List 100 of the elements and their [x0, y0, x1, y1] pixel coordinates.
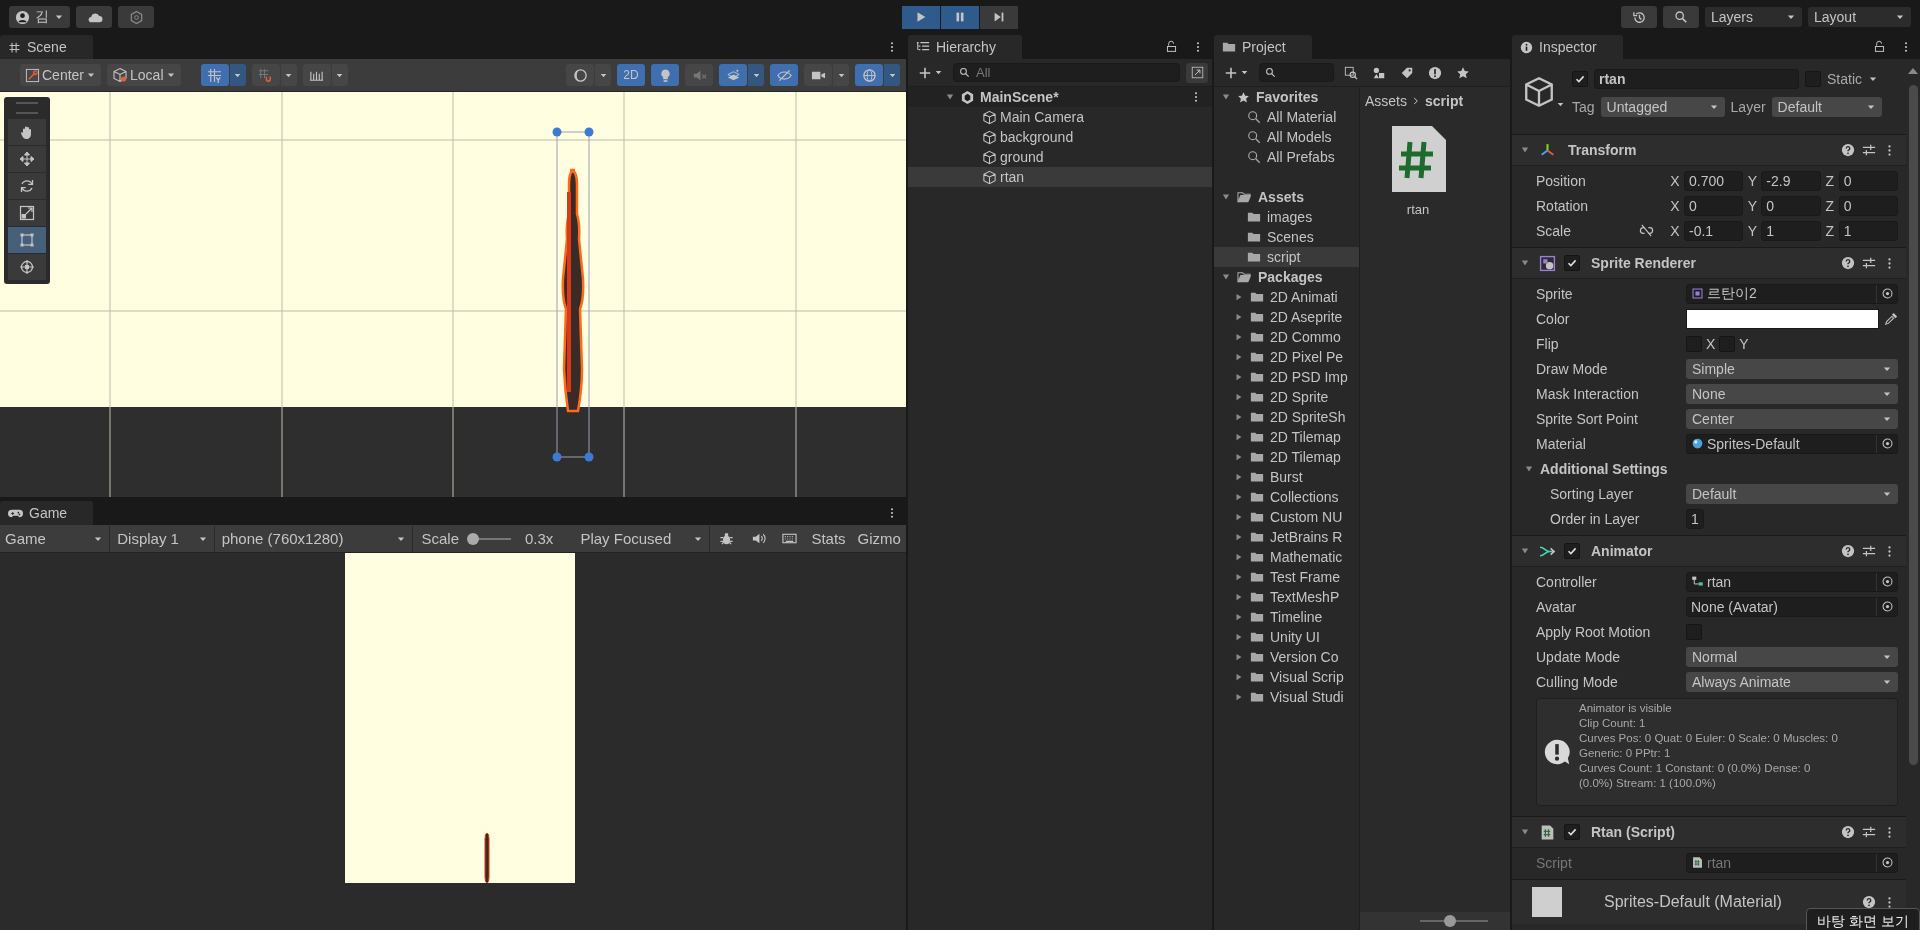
- favorite-item[interactable]: All Material: [1214, 107, 1359, 127]
- help-icon[interactable]: [1841, 143, 1855, 157]
- hierarchy-item[interactable]: rtan: [908, 167, 1212, 187]
- foldout-header[interactable]: Additional Settings: [1512, 456, 1906, 481]
- step-button[interactable]: [980, 5, 1018, 29]
- hierarchy-item[interactable]: ground: [908, 147, 1212, 167]
- folder-item[interactable]: Visual Studi: [1214, 687, 1359, 707]
- options-dropdown[interactable]: [280, 64, 297, 86]
- active-checkbox[interactable]: [1572, 71, 1588, 87]
- sliders-icon[interactable]: [1862, 544, 1876, 558]
- slider-thumb[interactable]: [467, 532, 479, 545]
- breadcrumb-link[interactable]: script: [1425, 93, 1464, 109]
- dropdown[interactable]: Default: [1686, 483, 1898, 504]
- folder-item[interactable]: Collections: [1214, 487, 1359, 507]
- object-field[interactable]: Sprites-Default: [1686, 433, 1898, 454]
- gizmos-toggle[interactable]: [855, 64, 883, 86]
- breadcrumb-link[interactable]: Assets: [1365, 93, 1407, 109]
- folder-item[interactable]: Mathematic: [1214, 547, 1359, 567]
- folder-item[interactable]: 2D Commo: [1214, 327, 1359, 347]
- component-header[interactable]: Transform: [1512, 134, 1906, 165]
- folder-item[interactable]: TextMeshP: [1214, 587, 1359, 607]
- services-button[interactable]: [118, 6, 154, 28]
- number-field[interactable]: 0: [1838, 195, 1898, 216]
- drag-handle[interactable]: [16, 102, 38, 114]
- folder-item[interactable]: 2D Tilemap: [1214, 447, 1359, 467]
- unlinked-icon[interactable]: [1639, 223, 1654, 238]
- number-field[interactable]: -2.9: [1761, 170, 1821, 191]
- folder-item[interactable]: 2D SpriteSh: [1214, 407, 1359, 427]
- object-picker-icon[interactable]: [1880, 287, 1894, 300]
- lighting-toggle[interactable]: [651, 64, 679, 86]
- component-header[interactable]: Animator: [1512, 535, 1906, 566]
- folder-item[interactable]: 2D Tilemap: [1214, 427, 1359, 447]
- scale-tool-button[interactable]: [8, 200, 46, 226]
- folder-item[interactable]: Unity UI: [1214, 627, 1359, 647]
- layers-dropdown[interactable]: Layers: [1705, 7, 1802, 27]
- help-icon[interactable]: [1841, 544, 1855, 558]
- search-field[interactable]: [1259, 63, 1334, 82]
- pivot-dropdown[interactable]: Center: [20, 64, 102, 86]
- packages-header[interactable]: Packages: [1214, 267, 1359, 287]
- dropdown[interactable]: Center: [1686, 408, 1898, 429]
- number-field[interactable]: 1: [1761, 220, 1821, 241]
- number-field[interactable]: 1: [1838, 220, 1898, 241]
- project-tab[interactable]: Project: [1214, 35, 1312, 59]
- object-picker-icon[interactable]: [1880, 437, 1894, 450]
- help-icon[interactable]: [1841, 256, 1855, 270]
- search-button[interactable]: [1663, 6, 1699, 28]
- account-button[interactable]: 김: [9, 6, 70, 28]
- folder-item[interactable]: 2D Sprite: [1214, 387, 1359, 407]
- folder-item[interactable]: Burst: [1214, 467, 1359, 487]
- scene-row[interactable]: MainScene*: [908, 87, 1212, 107]
- assets-header[interactable]: Assets: [1214, 187, 1359, 207]
- hand-tool-button[interactable]: [8, 119, 46, 145]
- slider-thumb[interactable]: [1444, 915, 1456, 927]
- number-field[interactable]: 1: [1686, 508, 1704, 529]
- dropdown[interactable]: Simple: [1686, 358, 1898, 379]
- object-picker-icon[interactable]: [1880, 600, 1894, 613]
- selection-rectangle[interactable]: [552, 127, 594, 462]
- color-swatch[interactable]: [1686, 308, 1879, 329]
- scroll-up-icon[interactable]: [1908, 67, 1918, 75]
- object-field[interactable]: rtan: [1686, 571, 1898, 592]
- favorite-item[interactable]: All Prefabs: [1214, 147, 1359, 167]
- search-expand-button[interactable]: [1186, 62, 1208, 83]
- folder-item[interactable]: script: [1214, 247, 1359, 267]
- folder-item[interactable]: Visual Scrip: [1214, 667, 1359, 687]
- dropdown[interactable]: None: [1686, 383, 1898, 404]
- inspector-tab[interactable]: Inspector: [1512, 35, 1623, 59]
- folder-item[interactable]: Scenes: [1214, 227, 1359, 247]
- folder-item[interactable]: 2D Pixel Pe: [1214, 347, 1359, 367]
- folder-item[interactable]: 2D Animati: [1214, 287, 1359, 307]
- cloud-button[interactable]: [76, 6, 112, 28]
- sliders-icon[interactable]: [1862, 143, 1876, 157]
- options-dropdown[interactable]: [595, 64, 611, 86]
- folder-item[interactable]: images: [1214, 207, 1359, 227]
- enabled-checkbox[interactable]: [1564, 543, 1580, 559]
- number-field[interactable]: 0: [1684, 195, 1744, 216]
- options-dropdown[interactable]: [331, 64, 348, 86]
- camera-toggle[interactable]: [804, 64, 832, 86]
- options-dropdown[interactable]: [229, 64, 246, 86]
- hierarchy-item[interactable]: Main Camera: [908, 107, 1212, 127]
- snap-toggle[interactable]: [251, 64, 280, 86]
- hierarchy-item[interactable]: background: [908, 127, 1212, 147]
- folder-item[interactable]: Custom NU: [1214, 507, 1359, 527]
- move-tool-button[interactable]: [8, 146, 46, 172]
- transform-tool-button[interactable]: [8, 254, 46, 280]
- number-field[interactable]: 0: [1838, 170, 1898, 191]
- scene-tab[interactable]: Scene: [0, 35, 93, 59]
- shading-toggle[interactable]: [566, 64, 594, 86]
- game-tab[interactable]: Game: [0, 501, 94, 525]
- history-button[interactable]: [1621, 6, 1657, 28]
- object-picker-icon[interactable]: [1880, 575, 1894, 588]
- lock-icon[interactable]: [1165, 40, 1178, 53]
- enabled-checkbox[interactable]: [1564, 824, 1580, 840]
- dropdown[interactable]: Normal: [1686, 646, 1898, 667]
- folder-item[interactable]: Test Frame: [1214, 567, 1359, 587]
- component-header[interactable]: Rtan (Script): [1512, 816, 1906, 847]
- component-header[interactable]: Sprite Renderer: [1512, 247, 1906, 278]
- folder-item[interactable]: 2D PSD Imp: [1214, 367, 1359, 387]
- rect-tool-button[interactable]: [8, 227, 46, 253]
- lock-icon[interactable]: [1873, 40, 1886, 53]
- object-field[interactable]: None (Avatar): [1686, 596, 1898, 617]
